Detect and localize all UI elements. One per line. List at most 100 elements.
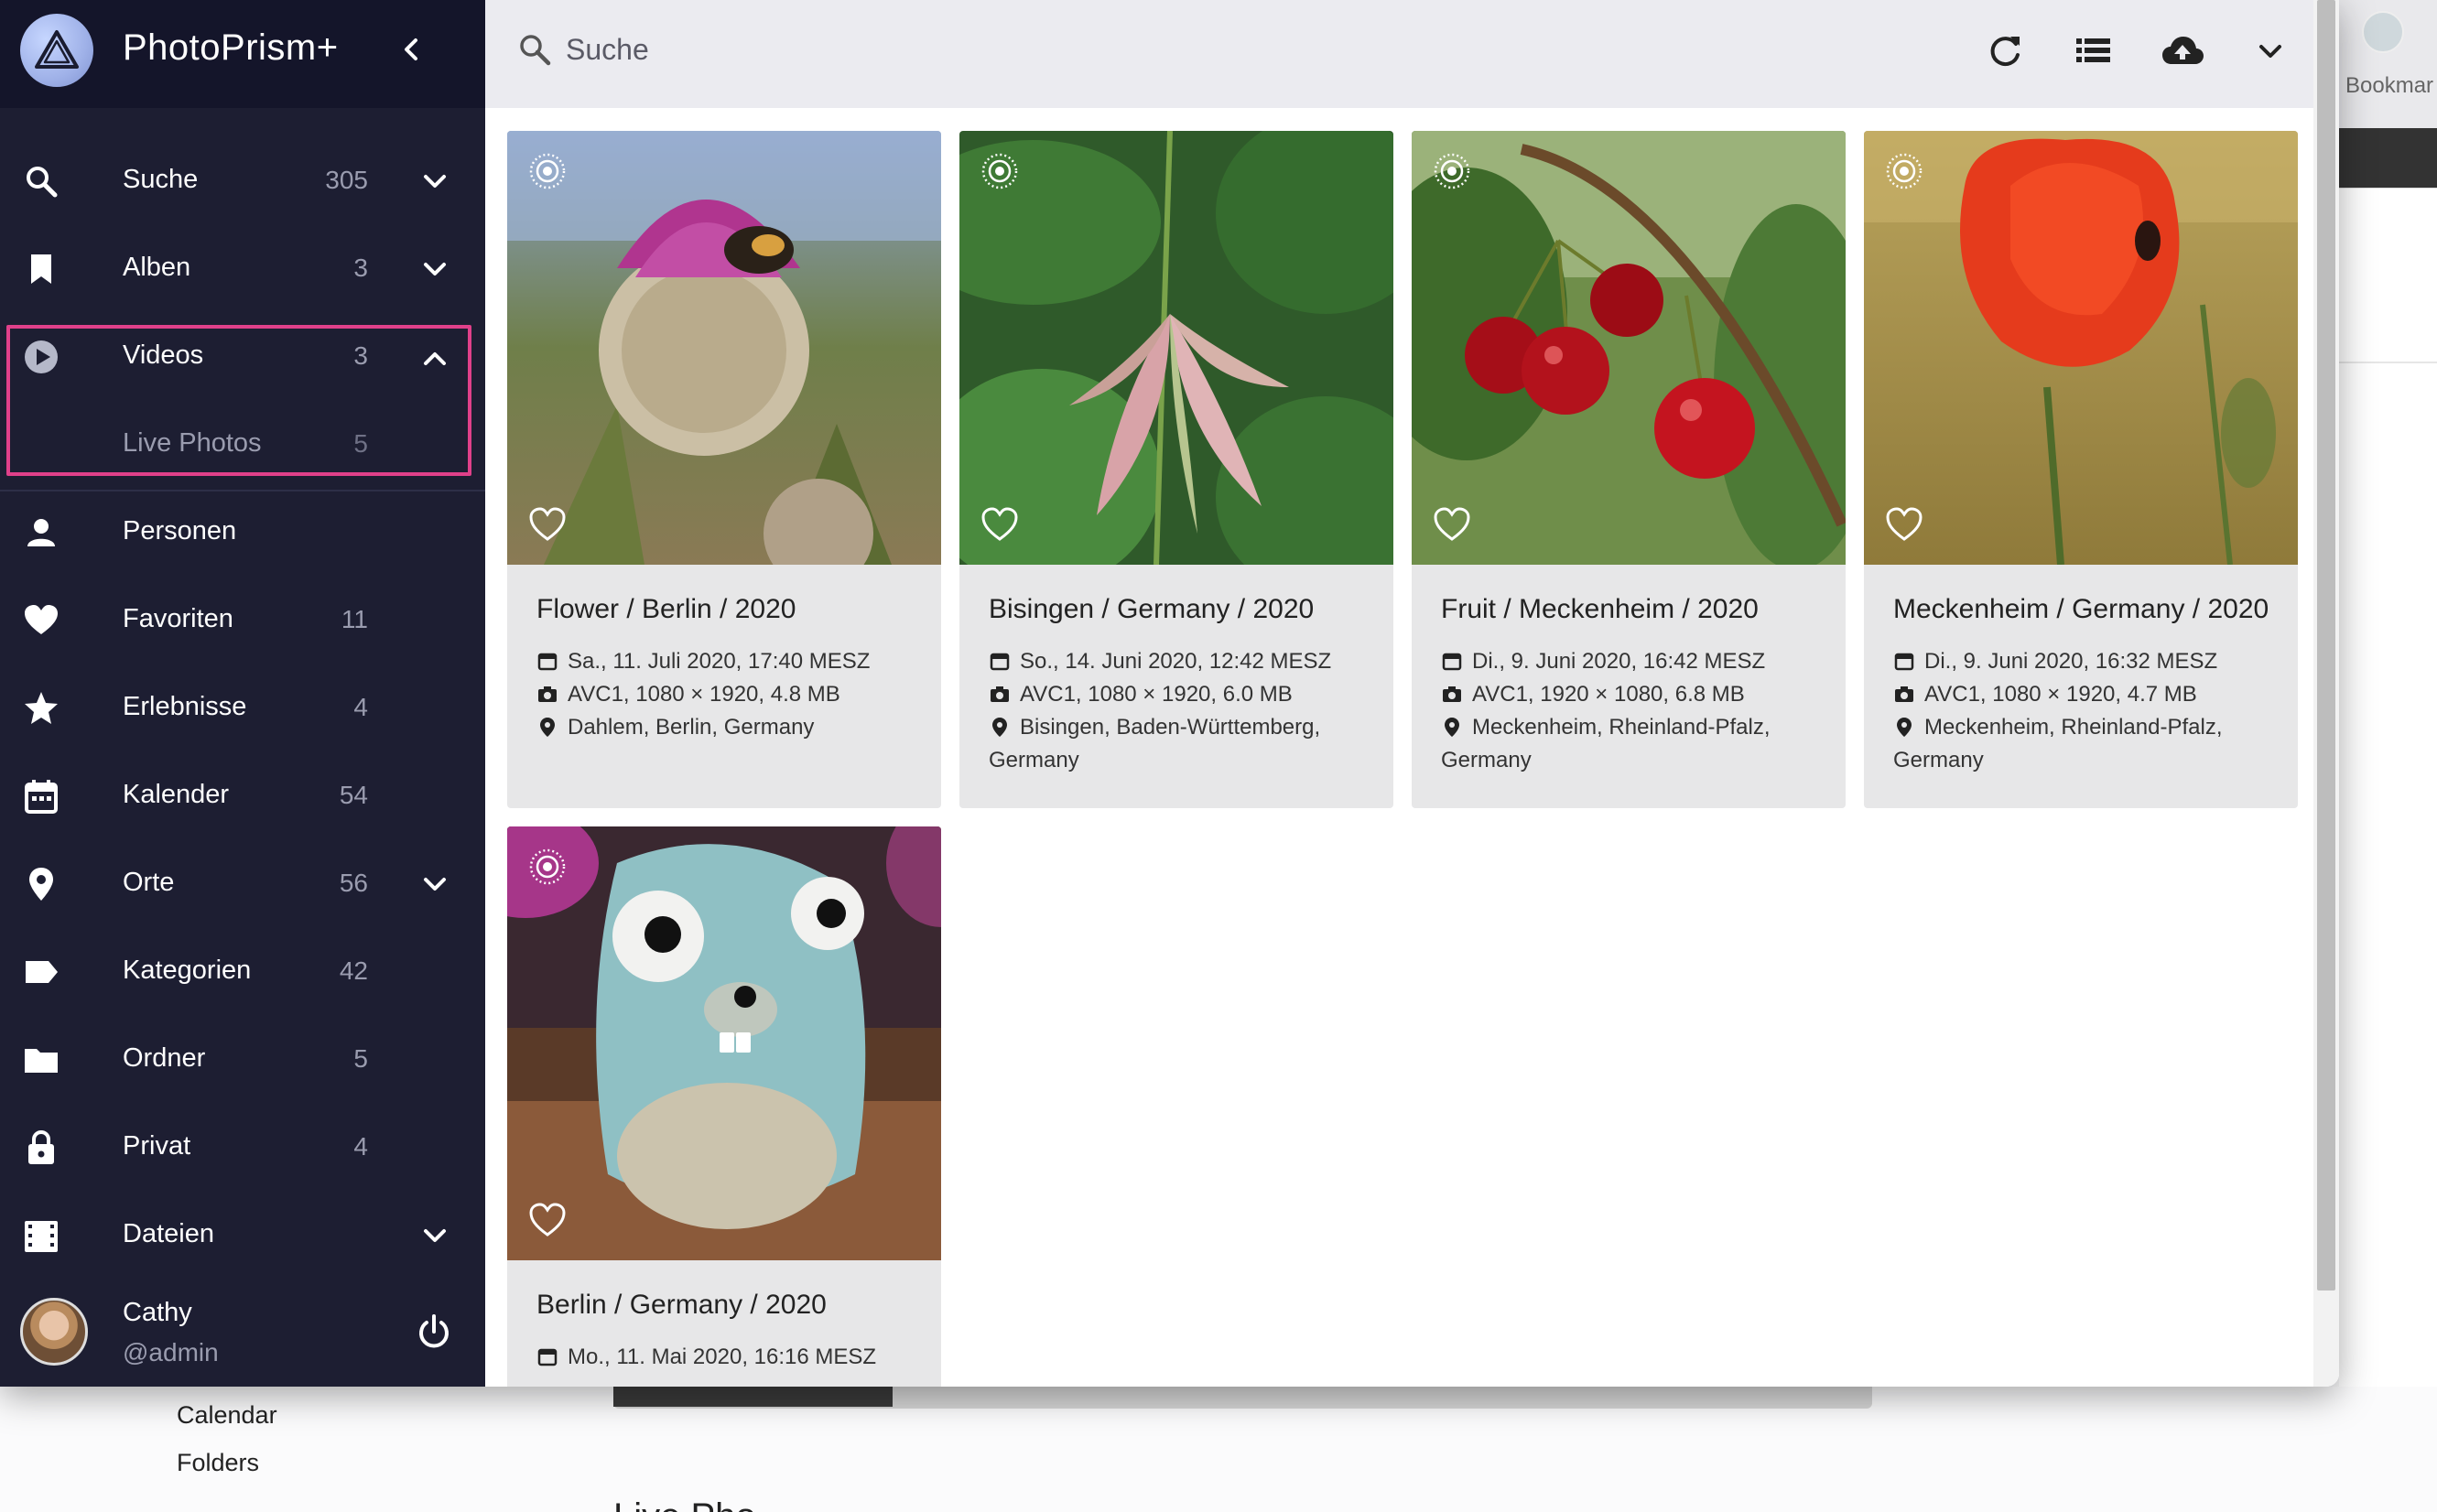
photo-camera-info: AVC1, 1080 × 1920, 4.7 MB: [1893, 682, 2197, 707]
live-photo-icon: [1434, 153, 1470, 189]
scrollbar-thumb[interactable]: [2317, 0, 2335, 1291]
label-tag-icon: [26, 961, 58, 983]
sidebar-item-label: Ordner: [123, 1043, 206, 1073]
photo-thumbnail[interactable]: [1412, 131, 1846, 565]
photo-location-country: Germany: [1441, 748, 1532, 772]
photo-card[interactable]: Flower / Berlin / 2020 Sa., 11. Juli 202…: [507, 131, 941, 808]
sidebar-item-labels[interactable]: Kategorien 42: [0, 928, 485, 1016]
calendar-icon: [990, 653, 1010, 671]
cloud-upload-icon[interactable]: [2161, 29, 2204, 73]
sidebar-item-albums[interactable]: Alben 3: [0, 225, 485, 313]
heart-outline-icon[interactable]: [527, 504, 568, 545]
sidebar-item-live-photos[interactable]: Live Photos 5: [0, 401, 485, 489]
photo-card[interactable]: Berlin / Germany / 2020 Mo., 11. Mai 202…: [507, 826, 941, 1387]
sidebar-item-count: 4: [353, 693, 368, 721]
photo-title: Bisingen / Germany / 2020: [989, 594, 1315, 624]
sidebar-item-count: 42: [339, 956, 368, 985]
calendar-icon: [1894, 653, 1914, 671]
calendar-icon: [537, 1348, 558, 1366]
chevron-down-icon[interactable]: [417, 1220, 453, 1253]
sidebar-item-search[interactable]: Suche 305: [0, 137, 485, 225]
sidebar-item-library[interactable]: Dateien: [0, 1192, 485, 1280]
background-right-panel: [2339, 188, 2437, 1512]
background-nav-calendar[interactable]: Calendar: [177, 1401, 277, 1430]
sidebar-item-folders[interactable]: Ordner 5: [0, 1016, 485, 1104]
person-icon: [27, 519, 55, 546]
photo-title: Berlin / Germany / 2020: [536, 1290, 827, 1320]
sidebar-item-label: Orte: [123, 868, 175, 897]
photo-card[interactable]: Bisingen / Germany / 2020 So., 14. Juni …: [959, 131, 1393, 808]
photo-location: Meckenheim, Rheinland-Pfalz,: [1893, 715, 2223, 740]
calendar-icon: [25, 780, 58, 814]
photo-thumbnail[interactable]: [507, 826, 941, 1260]
sidebar-item-places[interactable]: Orte 56: [0, 840, 485, 928]
photo-card[interactable]: Fruit / Meckenheim / 2020 Di., 9. Juni 2…: [1412, 131, 1846, 808]
sidebar-item-moments[interactable]: Erlebnisse 4: [0, 664, 485, 752]
photo-thumbnail[interactable]: [507, 131, 941, 565]
live-photo-icon: [981, 153, 1018, 189]
photo-location: Dahlem, Berlin, Germany: [536, 715, 814, 740]
sidebar-item-label: Suche: [123, 165, 199, 194]
photo-camera-info: AVC1, 1920 × 1080, 6.8 MB: [1441, 682, 1745, 707]
chevron-down-icon[interactable]: [2248, 29, 2292, 73]
sidebar-item-label: Erlebnisse: [123, 692, 247, 721]
photo-thumbnail[interactable]: [959, 131, 1393, 565]
refresh-icon[interactable]: [1983, 29, 2027, 73]
avatar[interactable]: [20, 1298, 88, 1366]
sidebar-item-favorites[interactable]: Favoriten 11: [0, 577, 485, 664]
photo-thumbnail[interactable]: [1864, 131, 2298, 565]
sidebar-item-count: 11: [341, 605, 368, 633]
photo-title: Meckenheim / Germany / 2020: [1893, 594, 2269, 624]
search-input[interactable]: [566, 24, 1390, 75]
search-icon: [520, 35, 551, 66]
sidebar-item-videos[interactable]: Videos 3: [0, 313, 485, 401]
camera-icon: [538, 686, 557, 702]
app-logo[interactable]: [20, 14, 93, 87]
sidebar: PhotoPrism+ Suche 305 Alben 3 Videos 3 L…: [0, 0, 485, 1387]
user-handle: @admin: [123, 1338, 219, 1366]
heart-icon: [25, 605, 58, 634]
photo-title: Fruit / Meckenheim / 2020: [1441, 594, 1759, 624]
power-icon[interactable]: [414, 1312, 454, 1352]
heart-outline-icon[interactable]: [527, 1200, 568, 1240]
chevron-down-icon[interactable]: [417, 254, 453, 286]
calendar-icon: [537, 653, 558, 671]
live-photo-icon: [1886, 153, 1923, 189]
user-account[interactable]: Cathy @admin: [0, 1289, 485, 1387]
live-photo-icon: [529, 153, 566, 189]
chevron-up-icon[interactable]: [417, 341, 453, 374]
sidebar-item-calendar[interactable]: Kalender 54: [0, 752, 485, 840]
location-pin-icon: [992, 718, 1007, 737]
search-icon: [27, 167, 58, 198]
sidebar-item-count: 3: [353, 254, 368, 282]
photo-location-country: Germany: [989, 748, 1079, 772]
background-bookmark-label: Bookmar: [2345, 73, 2434, 98]
sidebar-item-private[interactable]: Privat 4: [0, 1104, 485, 1192]
bookmark-icon: [31, 254, 51, 284]
play-circle-icon: [25, 340, 58, 373]
sidebar-item-label: Favoriten: [123, 604, 233, 633]
app-title: PhotoPrism+: [123, 27, 339, 68]
list-view-icon[interactable]: [2071, 29, 2115, 73]
photo-date: So., 14. Juni 2020, 12:42 MESZ: [989, 649, 1331, 675]
photo-location: Meckenheim, Rheinland-Pfalz,: [1441, 715, 1771, 740]
photo-location-country: Germany: [1893, 748, 1984, 772]
sidebar-item-label: Alben: [123, 253, 191, 282]
photo-location: Bisingen, Baden-Württemberg,: [989, 715, 1320, 740]
chevron-down-icon[interactable]: [417, 166, 453, 199]
sidebar-collapse-button[interactable]: [394, 29, 430, 70]
heart-outline-icon[interactable]: [1432, 504, 1472, 545]
chevron-down-icon[interactable]: [417, 869, 453, 902]
photo-card[interactable]: Meckenheim / Germany / 2020 Di., 9. Juni…: [1864, 131, 2298, 808]
sidebar-item-count: 3: [353, 341, 368, 370]
location-pin-icon: [1445, 718, 1459, 737]
heart-outline-icon[interactable]: [1884, 504, 1924, 545]
heart-outline-icon[interactable]: [980, 504, 1020, 545]
sidebar-item-people[interactable]: Personen: [0, 489, 485, 577]
background-nav-folders[interactable]: Folders: [177, 1449, 259, 1477]
sidebar-item-count: 4: [353, 1132, 368, 1161]
toolbar: [485, 0, 2339, 108]
app-window: PhotoPrism+ Suche 305 Alben 3 Videos 3 L…: [0, 0, 2339, 1387]
sidebar-item-label: Personen: [123, 516, 237, 545]
background-scrollbar-thumb[interactable]: [613, 1387, 893, 1407]
